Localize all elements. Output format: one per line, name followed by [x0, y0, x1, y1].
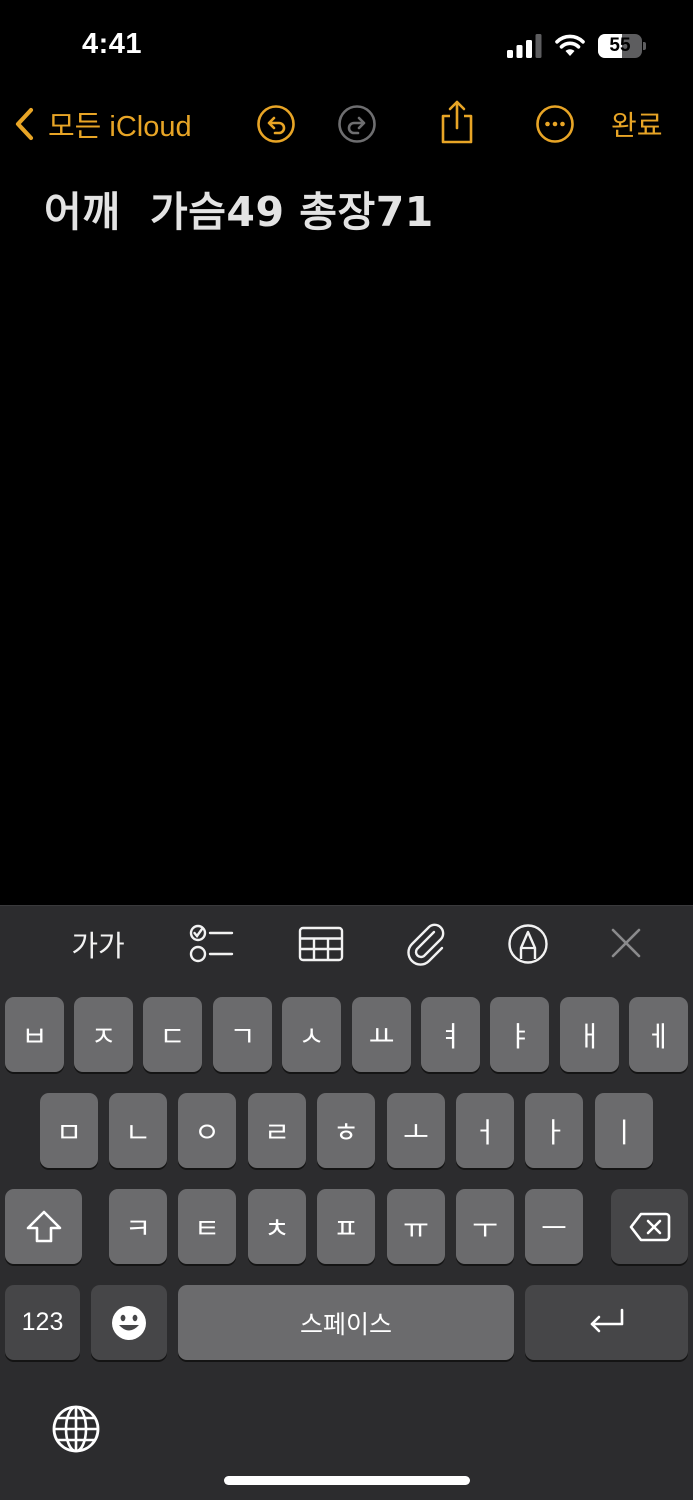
- paperclip-icon[interactable]: [404, 922, 450, 966]
- status-bar: 4:41 55: [0, 0, 693, 92]
- key-bieup[interactable]: ㅂ: [5, 997, 64, 1072]
- wifi-icon: [555, 34, 585, 56]
- key-eo[interactable]: ㅓ: [456, 1093, 514, 1168]
- return-icon: [590, 1308, 623, 1332]
- checklist-icon[interactable]: [186, 922, 236, 966]
- key-giyeok[interactable]: ㄱ: [213, 997, 272, 1072]
- emoji-key[interactable]: [91, 1285, 167, 1360]
- share-icon[interactable]: [437, 98, 477, 146]
- key-nieun[interactable]: ㄴ: [109, 1093, 167, 1168]
- back-button-label: 모든 iCloud: [48, 111, 192, 143]
- key-a[interactable]: ㅏ: [525, 1093, 583, 1168]
- space-key[interactable]: 스페이스: [178, 1285, 514, 1360]
- key-kieuk[interactable]: ㅋ: [109, 1189, 167, 1264]
- delete-icon: [629, 1212, 670, 1241]
- key-mieum[interactable]: ㅁ: [40, 1093, 98, 1168]
- undo-icon[interactable]: [256, 104, 296, 144]
- key-yeo[interactable]: ㅕ: [421, 997, 480, 1072]
- done-button[interactable]: 완료: [611, 104, 663, 144]
- home-indicator: [224, 1476, 470, 1485]
- table-icon[interactable]: [296, 922, 346, 966]
- text-style-button[interactable]: 가가: [66, 922, 130, 966]
- key-rieul[interactable]: ㄹ: [248, 1093, 306, 1168]
- signal-icon: [507, 34, 542, 58]
- numbers-key[interactable]: 123: [5, 1285, 80, 1360]
- redo-icon[interactable]: [337, 104, 377, 144]
- battery-icon: 55: [598, 34, 646, 58]
- key-ya[interactable]: ㅑ: [490, 997, 549, 1072]
- close-icon[interactable]: [606, 922, 646, 966]
- status-time: 4:41: [82, 28, 143, 60]
- delete-key[interactable]: [611, 1189, 688, 1264]
- battery-level: 55: [609, 35, 631, 56]
- key-siot[interactable]: ㅅ: [282, 997, 341, 1072]
- shift-key[interactable]: [5, 1189, 82, 1264]
- keyboard: ㅂ ㅈ ㄷ ㄱ ㅅ ㅛ ㅕ ㅑ ㅐ ㅔ ㅁ ㄴ ㅇ ㄹ ㅎ ㅗ ㅓ ㅏ ㅣ ㅋ …: [0, 982, 693, 1500]
- key-o[interactable]: ㅗ: [387, 1093, 445, 1168]
- return-key[interactable]: [525, 1285, 688, 1360]
- key-digeut[interactable]: ㄷ: [143, 997, 202, 1072]
- key-tieut[interactable]: ㅌ: [178, 1189, 236, 1264]
- key-chieut[interactable]: ㅊ: [248, 1189, 306, 1264]
- note-nav-bar: 모든 iCloud 완료: [0, 92, 693, 156]
- key-yu[interactable]: ㅠ: [387, 1189, 445, 1264]
- key-ieung[interactable]: ㅇ: [178, 1093, 236, 1168]
- markup-pen-icon[interactable]: [506, 922, 550, 966]
- key-i[interactable]: ㅣ: [595, 1093, 653, 1168]
- key-eu[interactable]: ㅡ: [525, 1189, 583, 1264]
- globe-icon[interactable]: [50, 1403, 102, 1455]
- key-pieup[interactable]: ㅍ: [317, 1189, 375, 1264]
- chevron-left-icon: [15, 107, 34, 141]
- emoji-icon: [112, 1305, 146, 1340]
- key-yo[interactable]: ㅛ: [352, 997, 411, 1072]
- more-icon[interactable]: [535, 104, 575, 144]
- back-button[interactable]: 모든 iCloud: [14, 102, 192, 146]
- key-e[interactable]: ㅔ: [629, 997, 688, 1072]
- key-jieut[interactable]: ㅈ: [74, 997, 133, 1072]
- key-u[interactable]: ㅜ: [456, 1189, 514, 1264]
- format-toolbar: 가가: [0, 905, 693, 982]
- note-body[interactable]: 어깨 가슴49 총장71: [44, 178, 434, 238]
- key-ae[interactable]: ㅐ: [560, 997, 619, 1072]
- shift-icon: [26, 1210, 61, 1242]
- key-hieut[interactable]: ㅎ: [317, 1093, 375, 1168]
